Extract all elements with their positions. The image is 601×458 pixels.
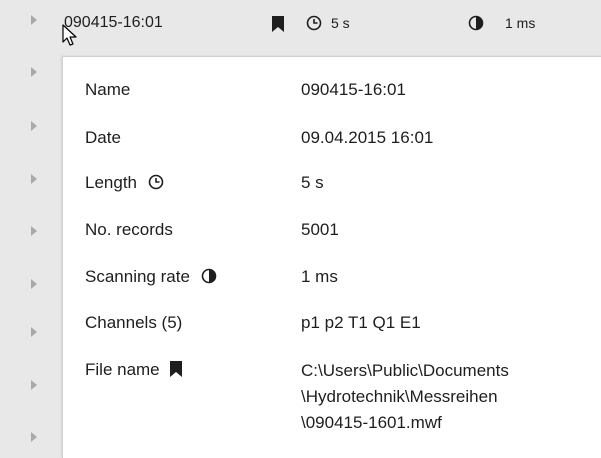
rate-value: 1 ms: [301, 267, 338, 286]
row-scanning-rate: 1 ms: [505, 15, 536, 31]
date-label: Date: [85, 128, 121, 147]
mouse-cursor: [62, 24, 77, 46]
pie-chart-icon: [201, 268, 216, 284]
file-name-label: File name: [85, 360, 160, 379]
details-tooltip: Name 090415-16:01 Date 09.04.2015 16:01 …: [62, 56, 601, 458]
expand-arrow-icon[interactable]: [31, 380, 37, 390]
file-label-group: File name: [85, 360, 183, 380]
bookmark-icon: [272, 16, 284, 32]
channels-label: Channels (5): [85, 313, 183, 332]
expand-arrow-icon[interactable]: [31, 327, 37, 337]
records-value: 5001: [301, 220, 339, 239]
rate-label: Scanning rate: [85, 267, 190, 286]
channels-value: p1 p2 T1 Q1 E1: [301, 313, 421, 332]
measurement-row-header[interactable]: 090415-16:01 5 s 1 ms: [62, 0, 601, 46]
date-value: 09.04.2015 16:01: [301, 128, 434, 147]
bookmark-icon: [170, 361, 183, 377]
length-label-group: Length: [85, 173, 164, 193]
expand-arrow-icon[interactable]: [31, 15, 37, 25]
file-path-line: C:\Users\Public\Documents: [301, 361, 509, 380]
expand-arrow-icon[interactable]: [31, 67, 37, 77]
pie-chart-icon: [468, 15, 484, 31]
expand-arrow-icon[interactable]: [31, 121, 37, 131]
row-title: 090415-16:01: [64, 14, 163, 31]
name-value: 090415-16:01: [301, 80, 406, 99]
expand-arrow-icon[interactable]: [31, 226, 37, 236]
clock-icon: [306, 15, 322, 31]
file-path-line: \Hydrotechnik\Messreihen: [301, 387, 498, 406]
records-label: No. records: [85, 220, 173, 239]
expand-arrow-icon[interactable]: [31, 432, 37, 442]
length-value: 5 s: [301, 173, 324, 192]
row-expander-gutter: [0, 0, 62, 457]
expand-arrow-icon[interactable]: [31, 279, 37, 289]
length-label: Length: [85, 173, 137, 192]
row-length: 5 s: [331, 15, 350, 31]
clock-icon: [148, 174, 164, 190]
expand-arrow-icon[interactable]: [31, 174, 37, 184]
name-label: Name: [85, 80, 131, 99]
file-path-line: \090415-1601.mwf: [301, 413, 442, 432]
rate-label-group: Scanning rate: [85, 267, 217, 287]
file-name-value: C:\Users\Public\Documents \Hydrotechnik\…: [301, 358, 601, 436]
